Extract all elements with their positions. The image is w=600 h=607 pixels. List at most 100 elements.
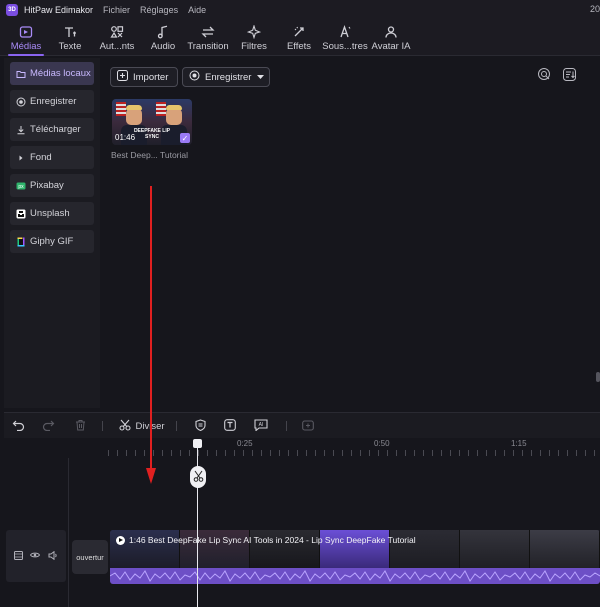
app-name: HitPaw Edimakor [24, 5, 94, 15]
track-header [6, 530, 66, 582]
giphy-icon [16, 237, 26, 247]
sidebar-item-label: Enregistrer [30, 96, 77, 107]
redo-button[interactable] [40, 417, 56, 435]
tab-ai-avatar[interactable]: Avatar IA [372, 20, 410, 56]
record-dropdown-button[interactable]: Enregistrer [182, 67, 270, 87]
tab-media-label: Médias [10, 41, 42, 52]
cover-tile[interactable]: ouvertur [72, 540, 108, 574]
tab-subtitles[interactable]: Sous...tres [322, 20, 368, 56]
sort-button[interactable] [560, 67, 578, 85]
sidebar-item-pixabay[interactable]: px Pixabay [10, 174, 94, 197]
sparkle-icon [247, 24, 261, 40]
sidebar-item-giphy[interactable]: Giphy GIF [10, 230, 94, 253]
toolbar-divider [286, 421, 287, 431]
tab-audio-label: Audio [150, 41, 176, 52]
track-header-divider [68, 458, 69, 607]
eye-icon[interactable] [30, 551, 41, 561]
clip-frame [460, 530, 530, 568]
tab-filters[interactable]: Filtres [238, 20, 270, 56]
menu-settings[interactable]: Réglages [140, 5, 178, 15]
title-bar: 3D HitPaw Edimakor Fichier Réglages Aide… [0, 0, 600, 20]
import-button-label: Importer [133, 71, 169, 83]
delete-button[interactable] [72, 417, 88, 435]
playhead-handle[interactable] [193, 439, 202, 448]
scissors-icon [193, 470, 204, 485]
undo-icon [12, 419, 25, 434]
marker-button[interactable] [192, 417, 208, 435]
search-button[interactable] [535, 67, 553, 85]
ruler-label: 0:25 [237, 439, 253, 448]
media-item-title: Best Deep... Tutorial [111, 150, 189, 160]
ai-button[interactable]: AI [252, 417, 270, 435]
split-button[interactable]: Diviser [118, 417, 166, 435]
text-icon [63, 24, 77, 40]
tab-audio[interactable]: Audio [146, 20, 180, 56]
tab-transition[interactable]: Transition [186, 20, 230, 56]
tab-effects[interactable]: Effets [284, 20, 314, 56]
ai-chat-icon: AI [254, 418, 268, 434]
sidebar-item-background[interactable]: Fond [10, 146, 94, 169]
add-text-button[interactable] [222, 417, 238, 435]
audio-waveform [110, 568, 600, 584]
sidebar-item-download[interactable]: Télécharger [10, 118, 94, 141]
chevron-down-icon [257, 72, 265, 83]
sort-icon [562, 68, 576, 84]
tab-ai-avatar-label: Avatar IA [371, 41, 411, 52]
pixabay-icon: px [16, 181, 26, 191]
auto-elements-icon [110, 24, 124, 40]
sidebar-item-unsplash[interactable]: Unsplash [10, 202, 94, 225]
video-clip[interactable]: 1:46 Best DeepFake Lip Sync AI Tools in … [110, 530, 600, 584]
tab-filters-label: Filtres [241, 41, 267, 52]
sidebar-item-label: Fond [30, 152, 52, 163]
playhead-split-button[interactable] [190, 466, 206, 488]
media-thumbnail[interactable]: DEEPFAKE LIP SYNC 01:46 ✓ [112, 99, 192, 145]
tab-subtitles-label: Sous...tres [322, 41, 368, 52]
record-button-label: Enregistrer [205, 71, 252, 83]
sidebar-item-local-media[interactable]: Médias locaux [10, 62, 94, 85]
tab-media[interactable]: Médias [6, 20, 46, 56]
media-source-sidebar: Médias locaux Enregistrer Télécharger Fo… [4, 58, 100, 408]
avatar-icon [384, 24, 398, 40]
tab-auto-elements-label: Aut...nts [99, 41, 135, 52]
import-button[interactable]: Importer [110, 67, 178, 87]
menu-file[interactable]: Fichier [103, 5, 130, 15]
redo-icon [42, 419, 55, 434]
tab-auto-elements[interactable]: Aut...nts [96, 20, 138, 56]
sidebar-item-record[interactable]: Enregistrer [10, 90, 94, 113]
ruler-label: 1:15 [511, 439, 527, 448]
folder-icon [16, 69, 26, 79]
text-box-icon [224, 418, 236, 434]
menu-help[interactable]: Aide [188, 5, 206, 15]
sidebar-item-label: Giphy GIF [30, 236, 74, 247]
app-logo-icon: 3D [6, 4, 18, 16]
timeline-ruler[interactable]: 0:25 0:50 1:15 [4, 438, 600, 458]
tab-effects-label: Effets [286, 41, 312, 52]
record-icon [189, 70, 200, 84]
timeline-tracks: ouvertur 1:46 Best DeepFake Lip Sync AI … [4, 458, 600, 607]
film-icon[interactable] [13, 550, 23, 562]
effects-icon [292, 24, 306, 40]
transition-icon [201, 24, 215, 40]
tab-text-label: Texte [58, 41, 82, 52]
music-note-icon [156, 24, 170, 40]
trash-icon [75, 419, 86, 434]
sidebar-item-label: Unsplash [30, 208, 70, 219]
sidebar-item-label: Médias locaux [30, 68, 91, 79]
main-toolbar: Médias Texte Aut...nts Audio Transition … [0, 20, 600, 56]
add-track-button[interactable] [300, 417, 316, 435]
media-library-panel: Importer Enregistrer DEEPFAKE LIP SYNC 0… [102, 58, 600, 408]
add-track-icon [302, 419, 314, 434]
sidebar-item-label: Pixabay [30, 180, 64, 191]
undo-button[interactable] [10, 417, 26, 435]
clip-frame [530, 530, 600, 568]
thumbnail-duration: 01:46 [115, 133, 136, 142]
subtitle-icon [338, 24, 352, 40]
clip-title-text: 1:46 Best DeepFake Lip Sync AI Tools in … [129, 535, 416, 545]
checkmark-icon[interactable]: ✓ [180, 133, 190, 143]
tab-text[interactable]: Texte [52, 20, 88, 56]
shield-marker-icon [194, 418, 206, 434]
media-panel-scrollbar[interactable] [596, 372, 600, 382]
speaker-icon[interactable] [48, 550, 58, 562]
scissors-icon [119, 419, 132, 434]
toolbar-divider [102, 421, 103, 431]
